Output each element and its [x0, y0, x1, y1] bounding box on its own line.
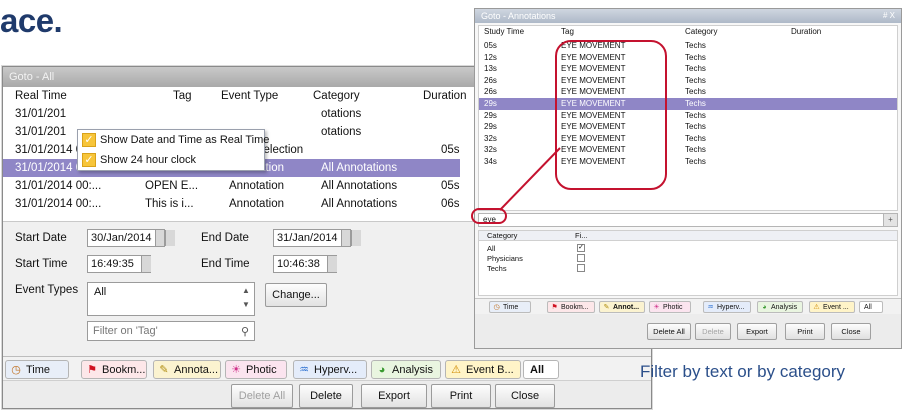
caption: Filter by text or by category [640, 362, 846, 381]
callout-arrow [499, 147, 561, 211]
